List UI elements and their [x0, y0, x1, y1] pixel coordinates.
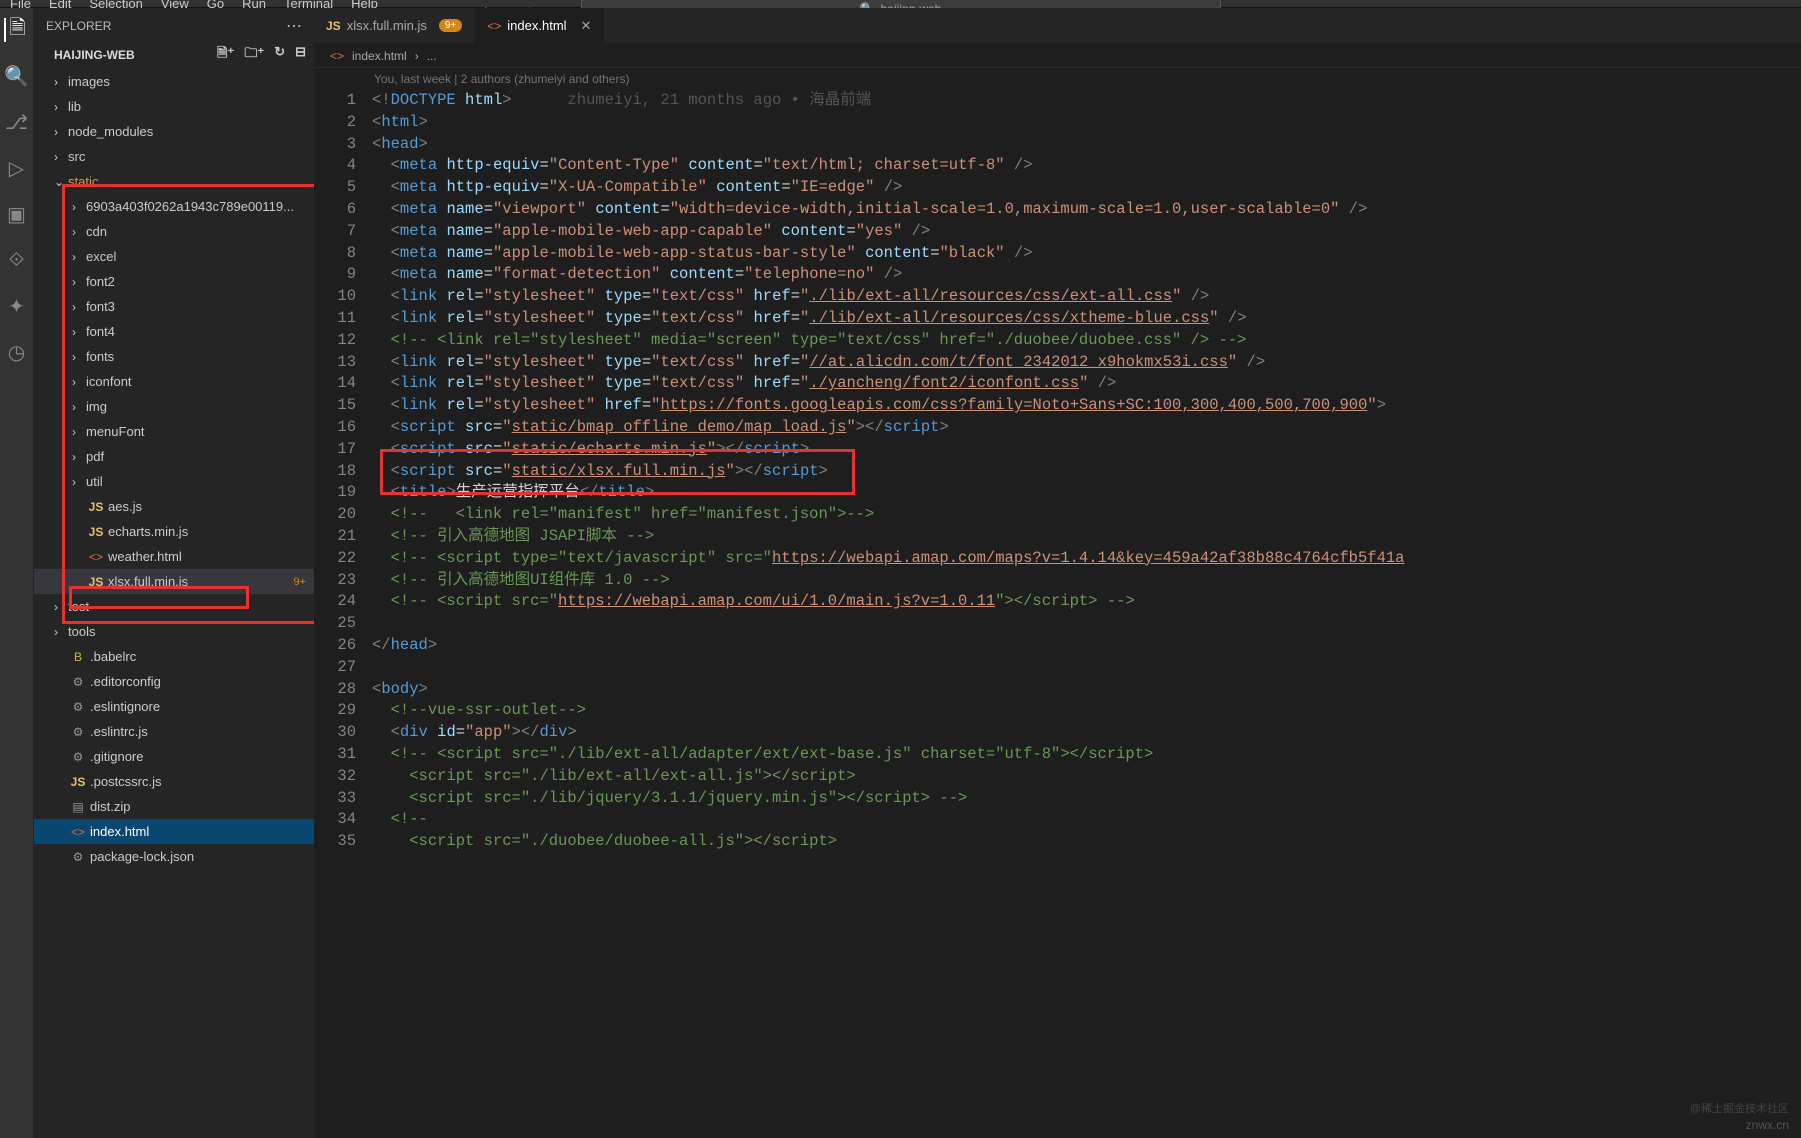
breadcrumb[interactable]: <> index.html › ... — [314, 44, 1801, 68]
tree-weather.html[interactable]: <>weather.html — [34, 544, 314, 569]
chat-icon[interactable]: ✦ — [5, 294, 29, 318]
tree-echarts.min.js[interactable]: JSecharts.min.js — [34, 519, 314, 544]
new-folder-icon[interactable]: 🗀⁺ — [244, 44, 264, 66]
tree-iconfont[interactable]: ›iconfont — [34, 369, 314, 394]
project-name: HAIJING-WEB — [54, 48, 135, 62]
tree-lib[interactable]: ›lib — [34, 94, 314, 119]
breadcrumb-icon: <> — [330, 49, 344, 63]
tree-excel[interactable]: ›excel — [34, 244, 314, 269]
chevron-right-icon: › — [415, 49, 419, 63]
tree-.editorconfig[interactable]: ⚙.editorconfig — [34, 669, 314, 694]
tree-img[interactable]: ›img — [34, 394, 314, 419]
tab-xlsx.full.min.js[interactable]: JSxlsx.full.min.js9+ — [314, 8, 475, 43]
remote-icon[interactable]: ⟐ — [5, 248, 29, 272]
sidebar: EXPLORER ⋯ HAIJING-WEB 🗎⁺ 🗀⁺ ↻ ⊟ ›images… — [34, 8, 314, 1138]
refresh-icon[interactable]: ↻ — [274, 44, 285, 66]
new-file-icon[interactable]: 🗎⁺ — [217, 44, 234, 66]
timeline-icon[interactable]: ◷ — [5, 340, 29, 364]
tree-util[interactable]: ›util — [34, 469, 314, 494]
collapse-icon[interactable]: ⊟ — [295, 44, 306, 66]
tree-index.html[interactable]: <>index.html — [34, 819, 314, 844]
tree-font3[interactable]: ›font3 — [34, 294, 314, 319]
activity-bar: 🗎 🔍 ⎇ ▷ ▣ ⟐ ✦ ◷ — [0, 8, 34, 1138]
tree-cdn[interactable]: ›cdn — [34, 219, 314, 244]
blame-info: You, last week | 2 authors (zhumeiyi and… — [314, 68, 1801, 90]
tree-dist.zip[interactable]: ▤dist.zip — [34, 794, 314, 819]
editor-tabs: JSxlsx.full.min.js9+<>index.html✕ — [314, 8, 1801, 44]
watermark-top: @稀土掘金技术社区 — [1690, 1100, 1789, 1116]
code-content[interactable]: <!DOCTYPE html> zhumeiyi, 21 months ago … — [372, 90, 1801, 1138]
search-activity-icon[interactable]: 🔍 — [5, 64, 29, 88]
close-tab-icon[interactable]: ✕ — [581, 18, 592, 34]
tree-aes.js[interactable]: JSaes.js — [34, 494, 314, 519]
tree-test[interactable]: ›test — [34, 594, 314, 619]
tree-.gitignore[interactable]: ⚙.gitignore — [34, 744, 314, 769]
tree-font4[interactable]: ›font4 — [34, 319, 314, 344]
line-gutter: 1234567891011121314151617181920212223242… — [314, 90, 372, 1138]
file-tree: ›images›lib›node_modules›src⌄static›6903… — [34, 67, 314, 1138]
tree-.eslintrc.js[interactable]: ⚙.eslintrc.js — [34, 719, 314, 744]
code-area[interactable]: 1234567891011121314151617181920212223242… — [314, 90, 1801, 1138]
project-header[interactable]: HAIJING-WEB 🗎⁺ 🗀⁺ ↻ ⊟ — [34, 43, 314, 67]
menu-file[interactable]: File — [10, 0, 31, 11]
source-control-icon[interactable]: ⎇ — [5, 110, 29, 134]
tree-package-lock.json[interactable]: ⚙package-lock.json — [34, 844, 314, 869]
tree-images[interactable]: ›images — [34, 69, 314, 94]
tree-.babelrc[interactable]: B.babelrc — [34, 644, 314, 669]
breadcrumb-file: index.html — [352, 49, 407, 63]
tree-font2[interactable]: ›font2 — [34, 269, 314, 294]
run-debug-icon[interactable]: ▷ — [5, 156, 29, 180]
breadcrumb-rest: ... — [427, 49, 437, 63]
tree-node_modules[interactable]: ›node_modules — [34, 119, 314, 144]
explorer-actions: 🗎⁺ 🗀⁺ ↻ ⊟ — [217, 44, 306, 66]
tree-.postcssrc.js[interactable]: JS.postcssrc.js — [34, 769, 314, 794]
tree-xlsx.full.min.js[interactable]: JSxlsx.full.min.js9+ — [34, 569, 314, 594]
tree-pdf[interactable]: ›pdf — [34, 444, 314, 469]
explorer-icon[interactable]: 🗎 — [4, 18, 28, 42]
editor: JSxlsx.full.min.js9+<>index.html✕ <> ind… — [314, 8, 1801, 1138]
sidebar-header: EXPLORER ⋯ — [34, 8, 314, 43]
tree-menuFont[interactable]: ›menuFont — [34, 419, 314, 444]
tree-.eslintignore[interactable]: ⚙.eslintignore — [34, 694, 314, 719]
extensions-icon[interactable]: ▣ — [5, 202, 29, 226]
sidebar-more-icon[interactable]: ⋯ — [286, 16, 302, 36]
tab-index.html[interactable]: <>index.html✕ — [475, 8, 604, 43]
tree-fonts[interactable]: ›fonts — [34, 344, 314, 369]
tree-src[interactable]: ›src — [34, 144, 314, 169]
tree-static[interactable]: ⌄static — [34, 169, 314, 194]
menubar: FileEditSelectionViewGoRunTerminalHelp ←… — [0, 0, 1801, 8]
sidebar-title: EXPLORER — [46, 19, 111, 33]
tree-tools[interactable]: ›tools — [34, 619, 314, 644]
tree-6903a403f0262a1943c789e00119...[interactable]: ›6903a403f0262a1943c789e00119... — [34, 194, 314, 219]
watermark: znwx.cn — [1746, 1118, 1789, 1132]
